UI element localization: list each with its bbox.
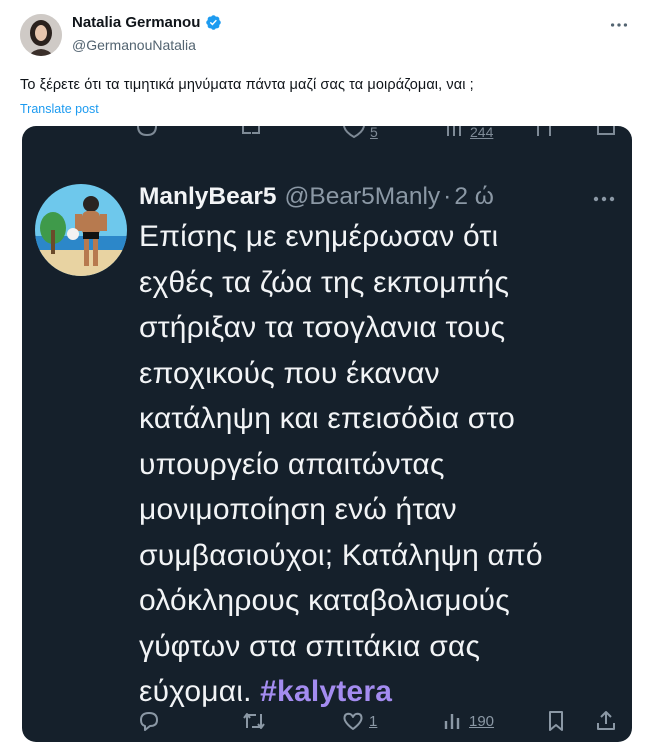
text-line: Επίσης με ενημέρωσαν ότι [139,220,499,253]
hashtag-link: #kalytera [260,675,393,708]
translate-post-link[interactable]: Translate post [20,102,99,116]
tweet-post: Natalia Germanou @GermanouNatalia Το ξέρ… [0,0,650,749]
last-line-text: εύχομαι. [139,675,261,708]
quoted-tweet-header: ManlyBear5 @Bear5Manly · 2 ώ [139,183,494,211]
post-text: Το ξέρετε ότι τα τιμητικά μηνύματα πάντα… [20,77,474,93]
bookmark-icon [537,126,551,136]
author-name-row: Natalia Germanou [72,14,222,31]
repost-icon [243,713,265,729]
bookmark-action [545,709,567,733]
reply-icon [140,712,158,731]
author-avatar[interactable] [20,14,62,56]
more-options-icon[interactable] [608,14,630,36]
like-icon [343,126,365,139]
views-count: 190 [469,712,495,730]
like-count: 5 [370,126,378,140]
quoted-author-avatar [35,184,127,276]
reply-icon [137,126,157,137]
text-line: εποχικούς που έκαναν [139,356,440,390]
quoted-author-name: ManlyBear5 [139,183,277,210]
quoted-tweet-action-bar: 1 190 [22,709,632,737]
quoted-tweet-time: 2 ώ [454,183,494,210]
header-separator: · [443,183,452,210]
author-name[interactable]: Natalia Germanou [72,14,200,31]
text-line: ολόκληρους καταβολισμούς [139,584,510,617]
like-count: 1 [369,712,378,730]
share-icon [597,126,615,135]
views-icon [447,126,461,136]
quoted-more-options-icon [593,196,615,202]
avatar-image [20,14,62,56]
attached-screenshot-image[interactable]: 5 244 ManlyBear5 @Bear5Manly · 2 ώ Επίση… [22,126,632,742]
reply-action [137,709,161,733]
verified-badge-icon [206,15,222,30]
previous-tweet-action-bar: 5 244 [22,126,632,144]
repost-action [241,709,267,733]
text-line: γύφτων στα σπιτάκια σας [139,629,481,663]
like-action: 1 [341,709,377,733]
text-line: μονιμοποίηση ενώ ήταν [139,493,457,526]
text-line: υπουργείο απαιτώντας [139,447,445,481]
like-icon [343,712,363,730]
text-line-last: εύχομαι. #kalytera [139,669,625,715]
views-action: 190 [443,709,494,733]
share-icon [597,711,615,730]
text-line: κατάληψη και επεισόδια στο [139,402,515,435]
text-line: συμβασιούχοι; Κατάληψη από [139,538,543,572]
views-icon [444,714,460,729]
share-action [594,709,618,733]
bookmark-icon [549,711,563,731]
quoted-author-handle: @Bear5Manly [284,183,441,210]
views-count: 244 [470,126,494,140]
author-handle[interactable]: @GermanouNatalia [72,37,196,53]
repost-icon [242,126,260,134]
avatar-image [35,184,127,276]
text-line: εχθές τα ζώα της εκπομπής [139,265,510,299]
quoted-tweet-text: Επίσης με ενημέρωσαν ότι εχθές τα ζώα τη… [139,214,625,715]
text-line: στήριξαν τα τσογλανια τους [139,311,506,344]
